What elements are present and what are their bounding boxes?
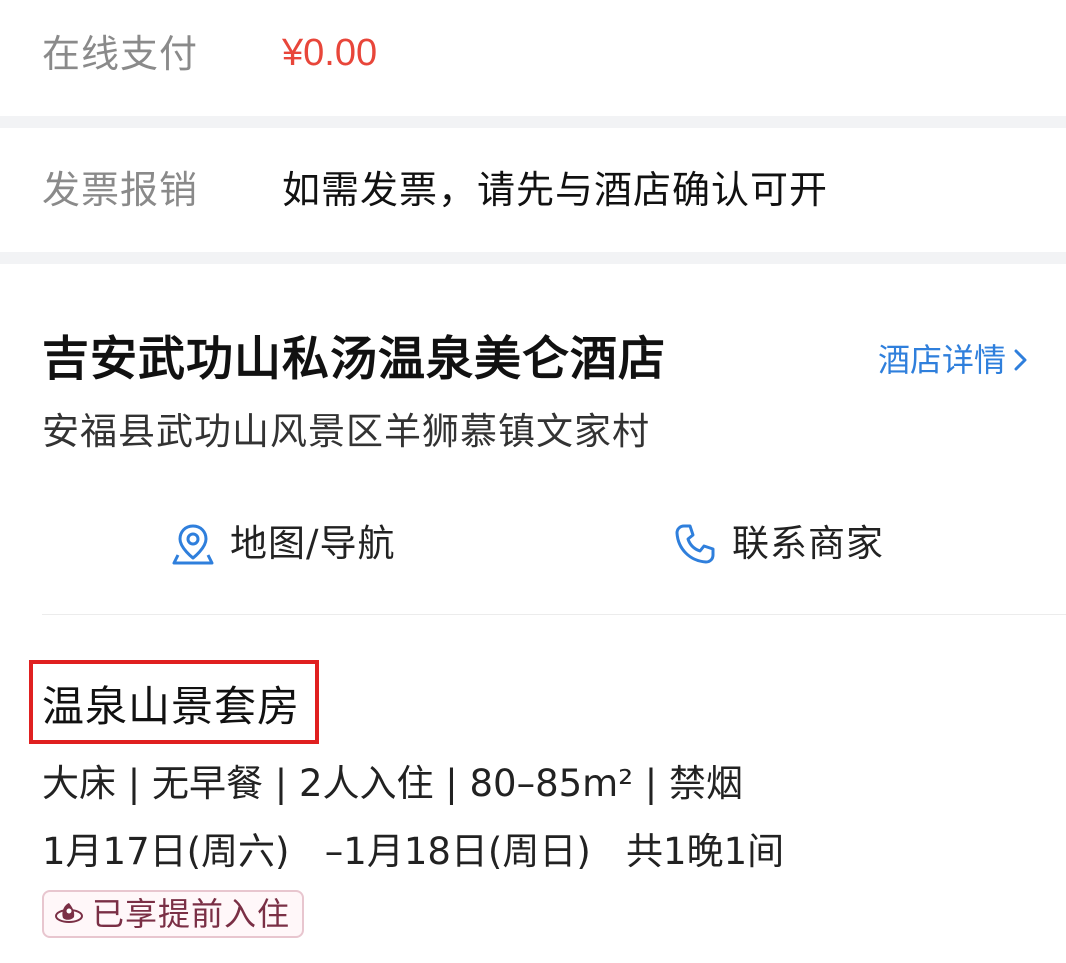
map-navigation-label: 地图/导航 bbox=[230, 522, 396, 565]
section-divider bbox=[42, 614, 1066, 615]
order-detail-page: 在线支付 ¥0.00 发票报销 如需发票，请先与酒店确认可开 吉安武功山私汤温泉… bbox=[0, 0, 1066, 963]
hotel-address: 安福县武功山风景区羊狮慕镇文家村 bbox=[42, 410, 650, 453]
payment-card: 在线支付 ¥0.00 bbox=[0, 0, 1066, 116]
contact-merchant-button[interactable]: 联系商家 bbox=[672, 509, 884, 579]
stay-dates: 1月17日(周六) –1月18日(周日) 共1晚1间 bbox=[42, 830, 785, 873]
room-info: 大床 | 无早餐 | 2人入住 | 80–85m² | 禁烟 bbox=[42, 762, 744, 805]
invoice-card: 发票报销 如需发票，请先与酒店确认可开 bbox=[0, 128, 1066, 252]
room-name: 温泉山景套房 bbox=[42, 682, 301, 731]
invoice-note: 如需发票，请先与酒店确认可开 bbox=[282, 168, 829, 212]
early-checkin-icon bbox=[55, 903, 83, 923]
payment-label: 在线支付 bbox=[42, 32, 199, 76]
early-checkin-badge: 已享提前入住 bbox=[42, 890, 305, 938]
invoice-label: 发票报销 bbox=[42, 168, 199, 212]
map-navigation-button[interactable]: 地图/导航 bbox=[170, 509, 395, 579]
phone-icon bbox=[675, 524, 715, 564]
chevron-right-icon bbox=[1014, 349, 1027, 371]
payment-amount: ¥0.00 bbox=[282, 32, 378, 74]
hotel-card: 吉安武功山私汤温泉美仑酒店 酒店详情 安福县武功山风景区羊狮慕镇文家村 地图/导… bbox=[0, 264, 1066, 963]
hotel-detail-label: 酒店详情 bbox=[877, 341, 1006, 379]
map-pin-icon bbox=[172, 524, 214, 565]
contact-merchant-label: 联系商家 bbox=[732, 522, 884, 565]
hotel-actions: 地图/导航 联系商家 bbox=[42, 509, 1066, 579]
early-checkin-label: 已享提前入住 bbox=[92, 895, 291, 933]
hotel-detail-link[interactable]: 酒店详情 bbox=[878, 340, 1030, 380]
hotel-name: 吉安武功山私汤温泉美仑酒店 bbox=[42, 332, 666, 387]
